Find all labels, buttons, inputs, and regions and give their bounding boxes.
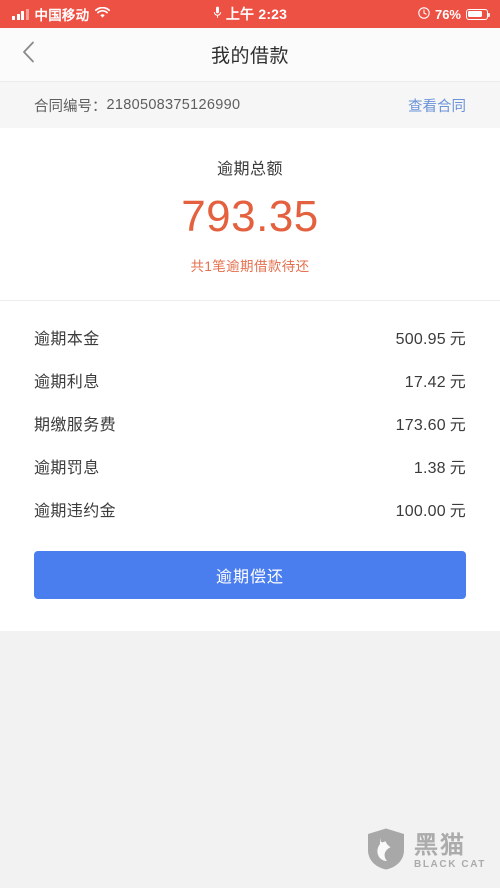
status-bar-left: 中国移动 bbox=[12, 4, 111, 24]
overdue-summary: 逾期总额 793.35 共1笔逾期借款待还 bbox=[0, 128, 500, 300]
table-row: 期缴服务费 173.60 元 bbox=[34, 401, 466, 444]
loan-card: 逾期总额 793.35 共1笔逾期借款待还 逾期本金 500.95 元 逾期利息 … bbox=[0, 128, 500, 631]
carrier-label: 中国移动 bbox=[34, 8, 90, 23]
page-title: 我的借款 bbox=[210, 46, 289, 67]
table-row: 逾期利息 17.42 元 bbox=[34, 358, 466, 401]
row-value: 500.95 元 bbox=[396, 325, 466, 349]
row-value: 173.60 元 bbox=[396, 411, 466, 435]
watermark: 黑猫 BLACK CAT bbox=[366, 827, 486, 876]
nav-bar: 我的借款 bbox=[0, 28, 500, 82]
alarm-clock-icon bbox=[418, 6, 430, 22]
row-label: 逾期利息 bbox=[34, 373, 100, 391]
contract-number-value: 2180508375126990 bbox=[106, 97, 241, 113]
black-cat-shield-icon bbox=[366, 827, 406, 876]
contract-bar: 合同编号： 2180508375126990 查看合同 bbox=[0, 82, 500, 128]
status-bar-right: 76% bbox=[418, 6, 491, 22]
row-amount: 173.60 bbox=[395, 416, 446, 434]
action-area: 逾期偿还 bbox=[0, 534, 500, 631]
repay-overdue-button[interactable]: 逾期偿还 bbox=[34, 551, 466, 599]
overdue-total-label: 逾期总额 bbox=[216, 161, 283, 178]
watermark-text: 黑猫 BLACK CAT bbox=[414, 833, 486, 870]
table-row: 逾期本金 500.95 元 bbox=[34, 315, 466, 358]
battery-icon bbox=[466, 8, 491, 20]
row-unit: 元 bbox=[449, 330, 466, 348]
table-row: 逾期违约金 100.00 元 bbox=[34, 487, 466, 530]
watermark-name-cn: 黑猫 bbox=[414, 831, 467, 859]
row-label: 逾期违约金 bbox=[34, 502, 117, 520]
row-value: 1.38 元 bbox=[414, 454, 466, 478]
breakdown-list: 逾期本金 500.95 元 逾期利息 17.42 元 期缴服务费 173.60 元 逾… bbox=[0, 301, 500, 534]
row-amount: 500.95 bbox=[395, 330, 446, 348]
row-value: 100.00 元 bbox=[396, 497, 466, 521]
overdue-total-amount: 793.35 bbox=[181, 192, 319, 241]
microphone-icon bbox=[213, 6, 222, 22]
watermark-name-en: BLACK CAT bbox=[414, 859, 486, 871]
clock-label: 上午 2:23 bbox=[225, 6, 288, 22]
signal-bars-icon bbox=[12, 8, 29, 20]
row-amount: 1.38 bbox=[413, 459, 446, 477]
contract-number-label: 合同编号： bbox=[34, 98, 107, 115]
row-unit: 元 bbox=[449, 459, 466, 477]
row-amount: 17.42 bbox=[404, 373, 446, 391]
row-label: 期缴服务费 bbox=[34, 416, 117, 434]
row-unit: 元 bbox=[449, 502, 466, 520]
row-label: 逾期本金 bbox=[34, 330, 100, 348]
view-contract-link[interactable]: 查看合同 bbox=[408, 95, 466, 116]
row-unit: 元 bbox=[449, 373, 466, 391]
status-bar: 中国移动 上午 2:23 76% bbox=[0, 0, 500, 28]
wifi-icon bbox=[95, 6, 111, 22]
row-value: 17.42 元 bbox=[405, 368, 466, 392]
row-amount: 100.00 bbox=[395, 502, 446, 520]
phone-screen: 中国移动 上午 2:23 76% 我的借款 合同编号： 218050837512… bbox=[0, 0, 500, 888]
row-unit: 元 bbox=[449, 416, 466, 434]
table-row: 逾期罚息 1.38 元 bbox=[34, 444, 466, 487]
row-label: 逾期罚息 bbox=[34, 459, 100, 477]
overdue-count-note: 共1笔逾期借款待还 bbox=[190, 259, 310, 274]
battery-percent-label: 76% bbox=[434, 6, 461, 22]
